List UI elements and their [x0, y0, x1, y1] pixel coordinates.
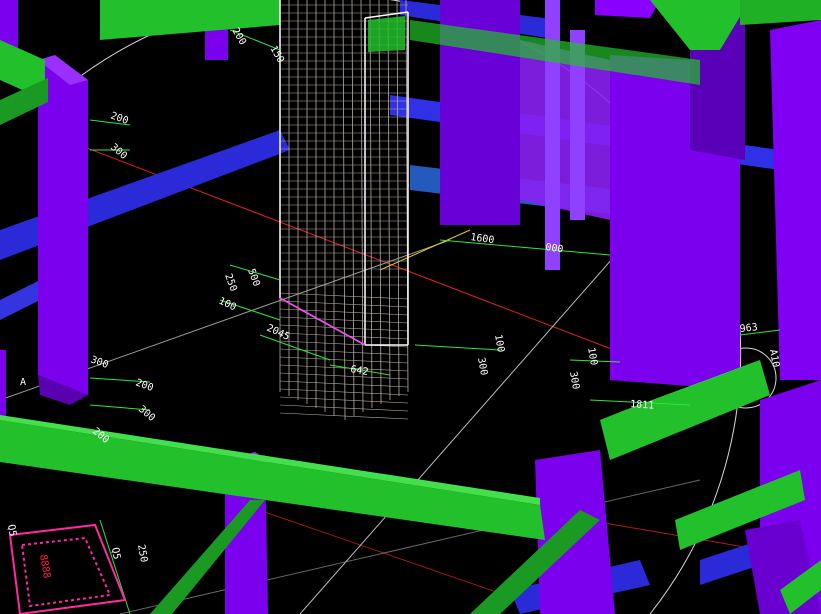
dim-text: 300 [108, 142, 129, 162]
dim-text: 300 [136, 404, 157, 424]
dim-line [259, 334, 331, 361]
scaffold-post [360, 0, 364, 413]
scaffold-ledger [279, 348, 409, 356]
dim-text: 200 [109, 110, 130, 127]
dim-text: 963 [739, 322, 758, 335]
column [38, 60, 88, 395]
scaffold-ledger [279, 404, 409, 412]
dim-text: 1811 [630, 399, 655, 412]
beam [740, 0, 821, 25]
dim-text: 300 [567, 371, 581, 391]
dim-text: 250 [135, 544, 149, 564]
dim-text: 300 [89, 354, 110, 371]
column [770, 20, 821, 380]
scaffold-ledger [279, 364, 409, 372]
dim-text: 2045 [265, 323, 291, 343]
dim-line [439, 239, 611, 256]
scaffold-post [342, 0, 346, 421]
dim-text: 100 [492, 334, 506, 354]
scaffold-ledger [279, 388, 409, 396]
scaffold-ledger [279, 396, 409, 404]
scaffold-post [378, 0, 382, 405]
dim-text: 250 [222, 272, 239, 293]
scaffold-ledger [279, 356, 409, 364]
scaffold-ledger [279, 412, 409, 420]
scaffold-ledger [279, 340, 409, 348]
column [0, 350, 6, 420]
dim-text: 200 [229, 26, 248, 47]
dim-text: A10 [767, 349, 781, 369]
scaffold-post [351, 0, 355, 417]
column-top [595, 0, 660, 18]
scaffold-ledger [279, 324, 409, 332]
dim-text: 1600 [470, 232, 495, 246]
dim-text: Q5 [109, 547, 122, 561]
dim-text: 100 [585, 347, 599, 367]
truss-inner [20, 536, 112, 608]
scaffold-ledger [279, 372, 409, 380]
dim-text: 200 [134, 377, 155, 394]
scaffold-ledger [279, 380, 409, 388]
scaffold-ledger [279, 308, 409, 316]
dim-text: 500 [245, 267, 262, 288]
cad-3d-viewport[interactable]: 1600 000 500 250 100 2045 642 100 300 10… [0, 0, 821, 614]
dim-text: 100 [217, 296, 238, 314]
truss-plan [8, 523, 127, 614]
dim-text: Q5 [5, 524, 18, 538]
beam [0, 420, 545, 540]
dim-text: 300 [475, 357, 489, 377]
column-cap [368, 16, 405, 52]
scaffold-ledger [279, 300, 409, 308]
scaffold-tower [279, 0, 409, 421]
dim-line [414, 344, 501, 351]
selected-column-edge [279, 297, 366, 346]
yellow-axis-line [379, 229, 471, 271]
scaffold-ledger [279, 316, 409, 324]
dim-text: 150 [267, 44, 286, 65]
dim-text: A [20, 377, 26, 388]
dim-text: 642 [349, 364, 369, 378]
truss-label: 8888 [37, 554, 52, 580]
beam [100, 0, 280, 40]
scaffold-post [387, 0, 391, 401]
scaffold-post [396, 0, 400, 397]
